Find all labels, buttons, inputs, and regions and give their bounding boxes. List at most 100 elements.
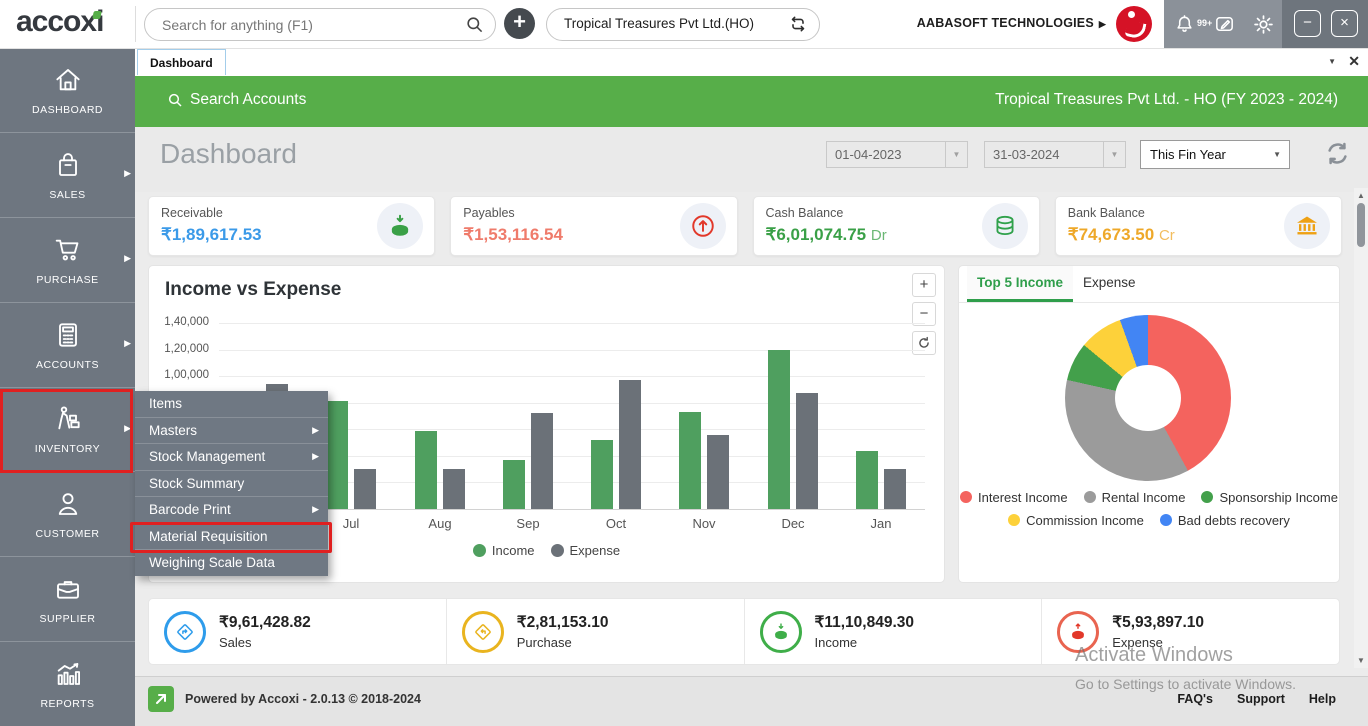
legend-item: Commission Income (1008, 513, 1144, 528)
notifications-button[interactable]: 99+ (1173, 13, 1196, 36)
cash-balance-card[interactable]: Cash Balance ₹6,01,074.75 Dr (753, 196, 1040, 256)
bar-income-jan (856, 451, 878, 509)
bar-expense-jan (884, 469, 906, 509)
scroll-down-icon[interactable]: ▼ (1354, 656, 1368, 665)
bank-icon (1284, 203, 1330, 249)
refresh-dashboard-button[interactable] (1323, 139, 1352, 168)
date-to-field[interactable]: 31-03-2024 ▼ (984, 141, 1126, 168)
menu-item-barcode-print[interactable]: Barcode Print▶ (135, 497, 328, 524)
sidebar-item-customer[interactable]: CUSTOMER (0, 471, 135, 556)
purchase-total[interactable]: ₹2,81,153.10 Purchase (446, 599, 744, 664)
menu-item-stock-management[interactable]: Stock Management▶ (135, 444, 328, 471)
submenu-arrow-icon: ▶ (124, 338, 131, 349)
sidebar-item-purchase[interactable]: PURCHASE ▶ (0, 217, 135, 302)
calculator-icon (52, 319, 84, 351)
scroll-up-icon[interactable]: ▲ (1354, 191, 1368, 200)
search-accounts-button[interactable]: Search Accounts (167, 91, 306, 109)
messages-button[interactable] (1213, 13, 1236, 36)
x-tick-label: Oct (586, 516, 646, 531)
tab-expense[interactable]: Expense (1073, 266, 1146, 302)
footer-links: FAQ's Support Help (1177, 692, 1336, 706)
donut-legend-row: Commission IncomeBad debts recovery (1008, 513, 1290, 528)
sidebar-item-reports[interactable]: REPORTS (0, 641, 135, 726)
gridline (219, 350, 925, 351)
sidebar: DASHBOARD SALES ▶ PURCHASE ▶ ACCOUNTS ▶ … (0, 48, 135, 726)
topbar-icon-zone: 99+ (1164, 0, 1282, 48)
account-bar: Search Accounts Tropical Treasures Pvt L… (135, 76, 1368, 127)
chevron-down-icon[interactable]: ▼ (1103, 142, 1125, 167)
refresh-icon (1323, 139, 1352, 168)
user-avatar[interactable] (1116, 6, 1152, 42)
support-link[interactable]: Support (1237, 692, 1285, 706)
payables-card[interactable]: Payables ₹1,53,116.54 (450, 196, 737, 256)
search-icon[interactable] (465, 15, 484, 34)
y-tick-label: 1,20,000 (149, 343, 209, 355)
receivable-card[interactable]: Receivable ₹1,89,617.53 (148, 196, 435, 256)
global-search[interactable] (144, 8, 496, 41)
bar-expense-aug (443, 469, 465, 509)
legend-dot (473, 544, 486, 557)
bar-income-oct (591, 440, 613, 509)
bar-expense-sep (531, 413, 553, 509)
sidebar-item-supplier[interactable]: SUPPLIER (0, 556, 135, 641)
period-select[interactable]: This Fin Year ▼ (1140, 140, 1290, 169)
legend-dot (1160, 514, 1172, 526)
activate-windows-watermark: Activate Windows (1075, 644, 1233, 667)
switch-company-icon[interactable] (788, 14, 808, 34)
donut-chart (1065, 315, 1231, 481)
faq-link[interactable]: FAQ's (1177, 692, 1213, 706)
tab-list-dropdown-icon[interactable]: ▼ (1328, 57, 1336, 66)
menu-item-masters[interactable]: Masters▶ (135, 418, 328, 445)
legend-item: Sponsorship Income (1201, 490, 1338, 505)
legend-item: Rental Income (1084, 490, 1186, 505)
bar-expense-dec (796, 393, 818, 509)
menu-item-stock-summary[interactable]: Stock Summary (135, 471, 328, 498)
date-from-field[interactable]: 01-04-2023 ▼ (826, 141, 968, 168)
legend-item: Interest Income (960, 490, 1068, 505)
close-window-button[interactable]: × (1331, 10, 1358, 37)
legend-dot (551, 544, 564, 557)
bar-income-sep (503, 460, 525, 509)
company-selector[interactable]: Tropical Treasures Pvt Ltd.(HO) (546, 8, 820, 41)
top-bar: accoxi + Tropical Treasures Pvt Ltd.(HO)… (0, 0, 1368, 49)
tab-top5-income[interactable]: Top 5 Income (967, 266, 1073, 302)
tab-dashboard[interactable]: Dashboard (137, 49, 226, 75)
income-total[interactable]: ₹11,10,849.30 Income (744, 599, 1042, 664)
legend-dot (1008, 514, 1020, 526)
quick-add-button[interactable]: + (504, 8, 535, 39)
arrow-up-circle-icon (680, 203, 726, 249)
annotation-box-material-requisition (130, 522, 332, 553)
bar-income-aug (415, 431, 437, 509)
bar-expense-jul (354, 469, 376, 509)
submenu-arrow-icon: ▶ (124, 168, 131, 179)
tab-close-icon[interactable]: ✕ (1348, 53, 1360, 70)
vertical-scrollbar[interactable]: ▲ ▼ (1354, 188, 1368, 668)
chevron-down-icon[interactable]: ▼ (945, 142, 967, 167)
settings-button[interactable] (1252, 13, 1275, 36)
donut-tabs: Top 5 Income Expense (959, 266, 1339, 303)
organization-menu[interactable]: AABASOFT TECHNOLOGIES▶ (917, 16, 1106, 30)
sidebar-item-dashboard[interactable]: DASHBOARD (0, 48, 135, 132)
donut-legend: Interest Income Rental Income Sponsorship … (959, 490, 1339, 528)
help-link[interactable]: Help (1309, 692, 1336, 706)
chart-zoom-in-button[interactable]: + (912, 273, 936, 297)
sales-total[interactable]: ₹9,61,428.82 Sales (149, 599, 446, 664)
legend-item: Income (473, 543, 535, 558)
menu-item-items[interactable]: Items (135, 391, 328, 418)
tab-strip: Dashboard ▼ ✕ (135, 48, 1368, 76)
sidebar-item-accounts[interactable]: ACCOUNTS ▶ (0, 302, 135, 387)
x-tick-label: Dec (763, 516, 823, 531)
menu-item-weighing-scale-data[interactable]: Weighing Scale Data (135, 550, 328, 576)
active-company-fy: Tropical Treasures Pvt Ltd. - HO (FY 202… (995, 91, 1338, 109)
bar-income-dec (768, 350, 790, 509)
gear-icon (1252, 13, 1275, 36)
global-search-input[interactable] (160, 13, 454, 37)
bank-balance-card[interactable]: Bank Balance ₹74,673.50 Cr (1055, 196, 1342, 256)
briefcase-icon (52, 573, 84, 605)
minimize-button[interactable]: − (1294, 10, 1321, 37)
sidebar-item-sales[interactable]: SALES ▶ (0, 132, 135, 217)
x-tick-label: Jan (851, 516, 911, 531)
chat-edit-icon (1213, 13, 1236, 36)
scrollbar-thumb[interactable] (1357, 203, 1365, 247)
submenu-arrow-icon: ▶ (312, 444, 319, 470)
